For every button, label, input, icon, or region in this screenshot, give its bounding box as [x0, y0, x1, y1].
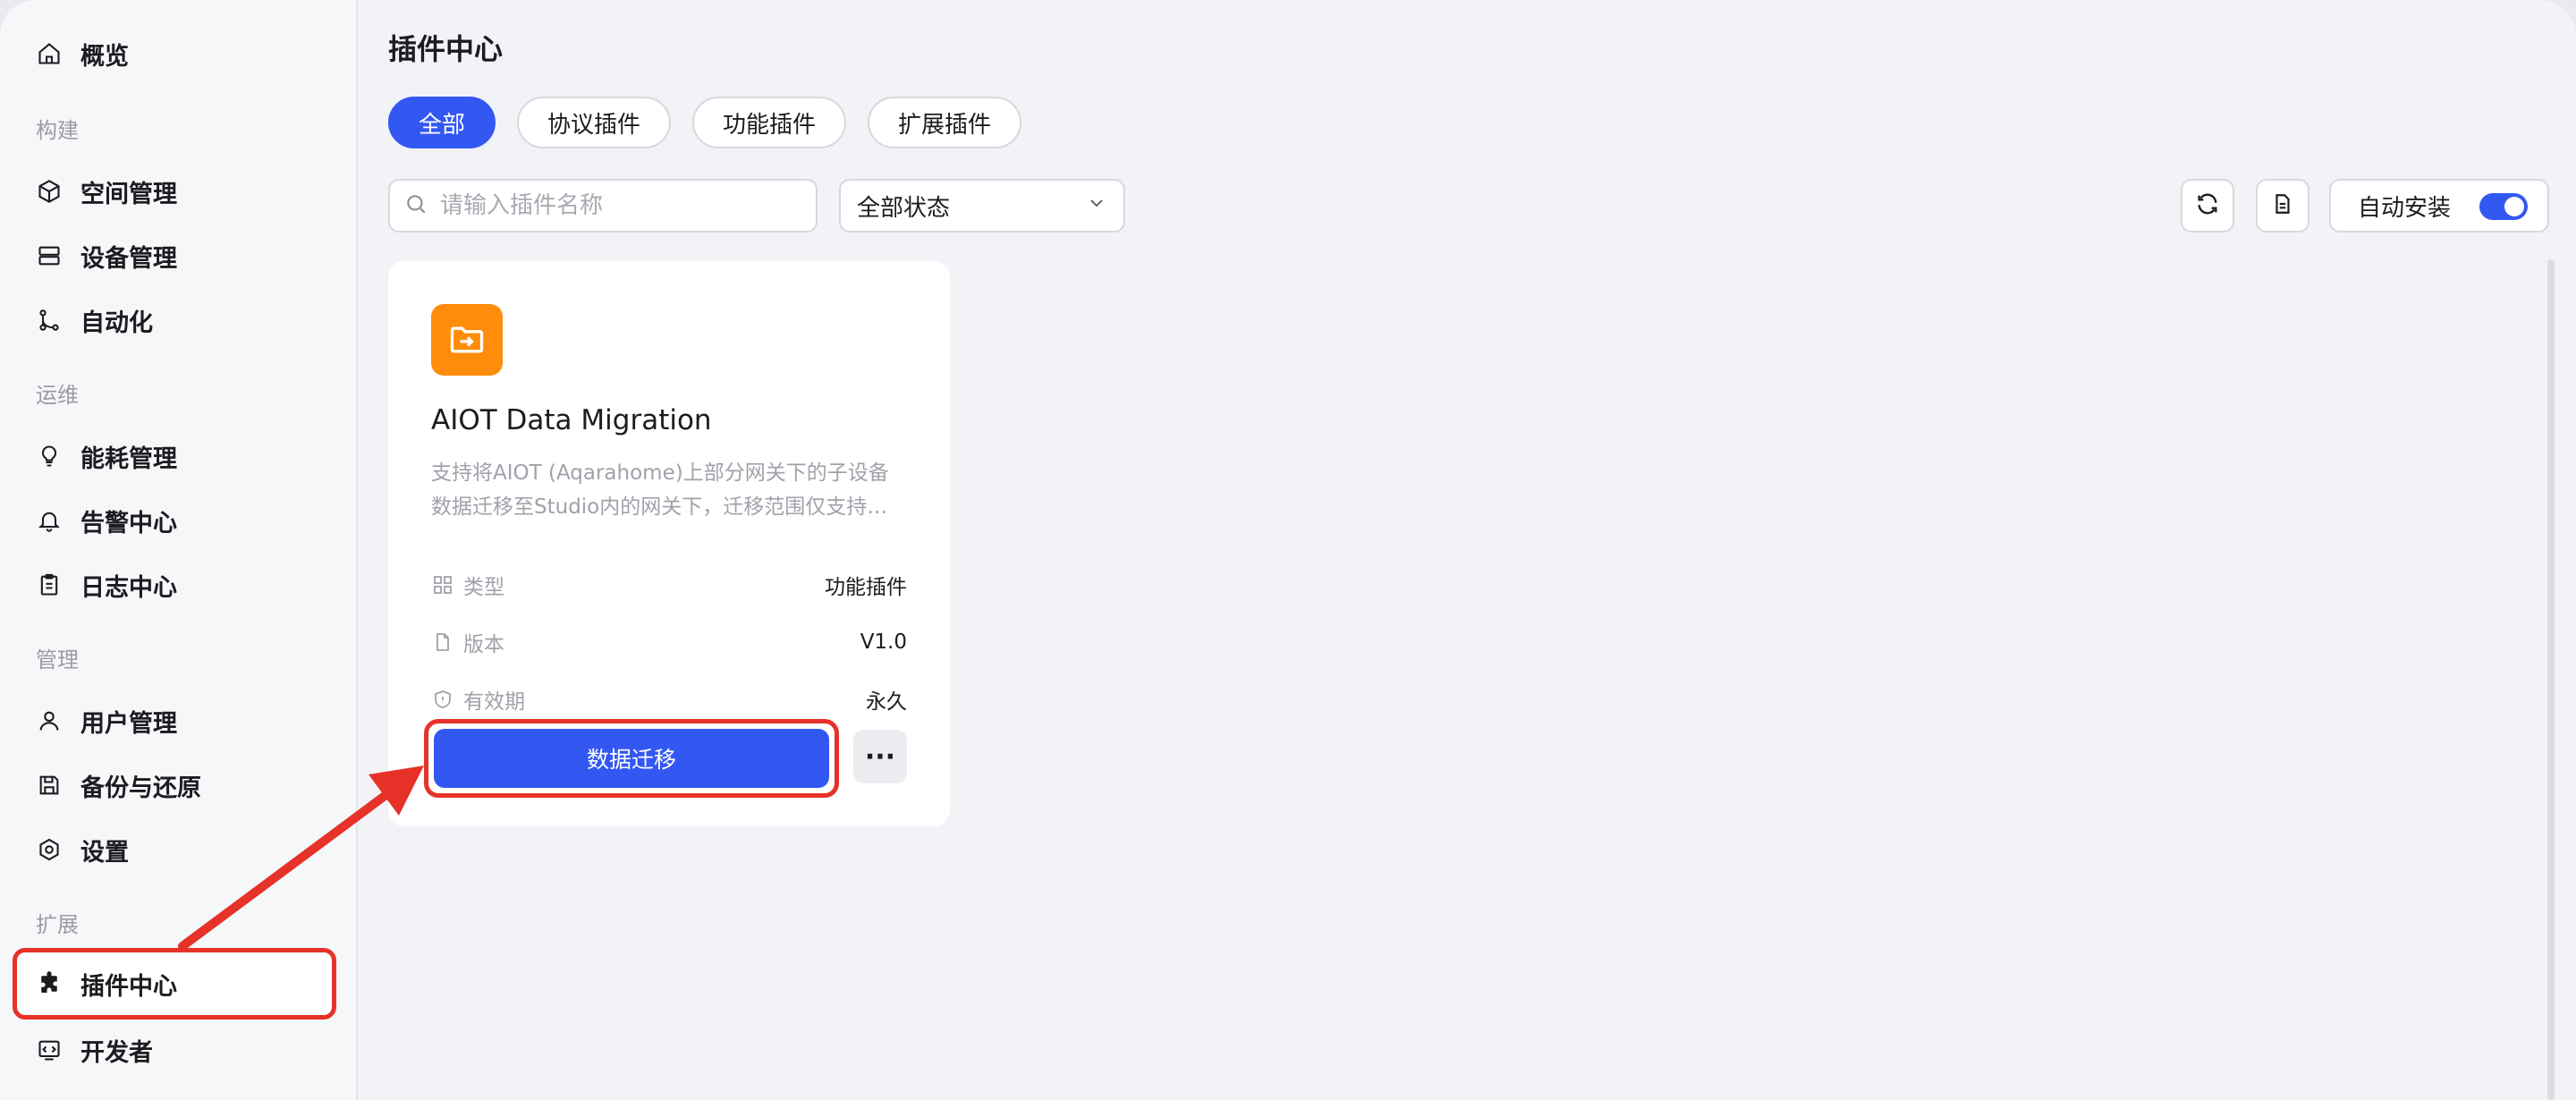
- home-icon: [36, 40, 63, 67]
- shield-icon: [431, 688, 454, 711]
- meta-row-type: 类型 功能插件: [431, 567, 907, 603]
- auto-install-toggle[interactable]: [2479, 193, 2528, 220]
- refresh-icon: [2195, 191, 2220, 220]
- group-label-build: 构建: [36, 118, 79, 143]
- sidebar-item-label: 设备管理: [80, 244, 177, 273]
- meta-row-version: 版本 V1.0: [431, 624, 907, 660]
- sidebar-item-label: 日志中心: [80, 573, 177, 602]
- refresh-button[interactable]: [2181, 179, 2234, 233]
- sidebar-item-label: 告警中心: [80, 509, 177, 537]
- auto-install-label: 自动安装: [2358, 194, 2452, 222]
- meta-row-validity: 有效期 永久: [431, 681, 907, 717]
- sidebar-item-label: 用户管理: [80, 709, 177, 738]
- document-button[interactable]: [2256, 179, 2309, 233]
- sidebar-item-devices[interactable]: 设备管理: [13, 224, 336, 288]
- description-line: 支持将AIOT (Aqarahome)上部分网关下的子设备: [431, 461, 889, 485]
- tab-protocol[interactable]: 协议插件: [517, 97, 672, 148]
- toggle-knob: [2504, 197, 2524, 216]
- tab-extension[interactable]: 扩展插件: [868, 97, 1022, 148]
- gear-icon: [36, 836, 63, 863]
- document-icon: [2271, 192, 2294, 219]
- search-icon: [404, 192, 428, 219]
- status-select-value: 全部状态: [857, 194, 951, 222]
- clipboard-icon: [36, 571, 63, 598]
- main-content: 插件中心 全部 协议插件 功能插件 扩展插件 全部状态: [360, 0, 2576, 1100]
- search-input[interactable]: [440, 192, 798, 219]
- sidebar: 概览 构建 空间管理 设备管理 自动化 运维 能耗管理 告警中心 日志中心 管理…: [0, 0, 358, 1100]
- tab-all[interactable]: 全部: [388, 97, 496, 148]
- sidebar-item-overview[interactable]: 概览: [13, 21, 336, 86]
- sidebar-item-label: 能耗管理: [80, 444, 177, 473]
- app-window: 概览 构建 空间管理 设备管理 自动化 运维 能耗管理 告警中心 日志中心 管理…: [0, 0, 2576, 1100]
- status-select[interactable]: 全部状态: [839, 179, 1125, 233]
- meta-type-value: 功能插件: [825, 576, 907, 599]
- file-icon: [431, 630, 454, 654]
- sidebar-item-energy[interactable]: 能耗管理: [13, 424, 336, 488]
- plugin-card: AIOT Data Migration 支持将AIOT (Aqarahome)上…: [388, 261, 950, 826]
- lightbulb-icon: [36, 443, 63, 470]
- sidebar-item-settings[interactable]: 设置: [13, 817, 336, 882]
- bell-icon: [36, 507, 63, 534]
- sidebar-item-space[interactable]: 空间管理: [13, 159, 336, 224]
- meta-validity-value: 永久: [866, 690, 907, 714]
- group-label-ops: 运维: [36, 383, 79, 408]
- sidebar-item-label: 开发者: [80, 1038, 153, 1067]
- folder-import-icon: [431, 304, 503, 376]
- meta-validity-label: 有效期: [463, 690, 525, 714]
- auto-install-control: 自动安装: [2329, 179, 2549, 233]
- server-icon: [36, 242, 63, 269]
- sidebar-item-alerts[interactable]: 告警中心: [13, 488, 336, 553]
- data-migration-button[interactable]: 数据迁移: [434, 729, 829, 788]
- sidebar-item-plugins[interactable]: 插件中心: [13, 948, 336, 1020]
- more-options-button[interactable]: ···: [853, 730, 907, 783]
- sidebar-item-label: 插件中心: [80, 972, 177, 1001]
- code-icon: [36, 1037, 63, 1063]
- annotation-highlight-box: 数据迁移: [424, 719, 839, 798]
- chevron-down-icon: [1086, 192, 1107, 220]
- sidebar-item-label: 自动化: [80, 309, 153, 337]
- sidebar-item-label: 空间管理: [80, 180, 177, 208]
- tab-function[interactable]: 功能插件: [692, 97, 847, 148]
- sidebar-item-label: 设置: [80, 838, 129, 867]
- filter-tabs: 全部 协议插件 功能插件 扩展插件: [388, 97, 1043, 148]
- group-label-extend: 扩展: [36, 912, 79, 937]
- sidebar-item-developer[interactable]: 开发者: [13, 1018, 336, 1082]
- sidebar-item-logs[interactable]: 日志中心: [13, 553, 336, 617]
- page-title: 插件中心: [388, 32, 504, 66]
- group-label-manage: 管理: [36, 647, 79, 673]
- sidebar-item-label: 概览: [80, 42, 129, 71]
- scrollbar[interactable]: [2547, 259, 2555, 1100]
- grid-icon: [431, 573, 454, 597]
- cube-icon: [36, 178, 63, 205]
- description-line: 数据迁移至Studio内的网关下，迁移范围仅支持…: [431, 495, 888, 519]
- meta-version-value: V1.0: [860, 630, 907, 654]
- meta-version-label: 版本: [463, 633, 504, 656]
- sidebar-item-automation[interactable]: 自动化: [13, 288, 336, 352]
- sidebar-item-label: 备份与还原: [80, 774, 201, 802]
- meta-type-label: 类型: [463, 576, 504, 599]
- plugin-description: 支持将AIOT (Aqarahome)上部分网关下的子设备 数据迁移至Studi…: [431, 456, 914, 524]
- search-box: [388, 179, 818, 233]
- puzzle-icon: [36, 970, 63, 997]
- sidebar-item-users[interactable]: 用户管理: [13, 689, 336, 753]
- plugin-title: AIOT Data Migration: [431, 404, 712, 436]
- user-icon: [36, 707, 63, 734]
- flow-icon: [36, 307, 63, 334]
- sidebar-item-backup[interactable]: 备份与还原: [13, 753, 336, 817]
- save-icon: [36, 772, 63, 799]
